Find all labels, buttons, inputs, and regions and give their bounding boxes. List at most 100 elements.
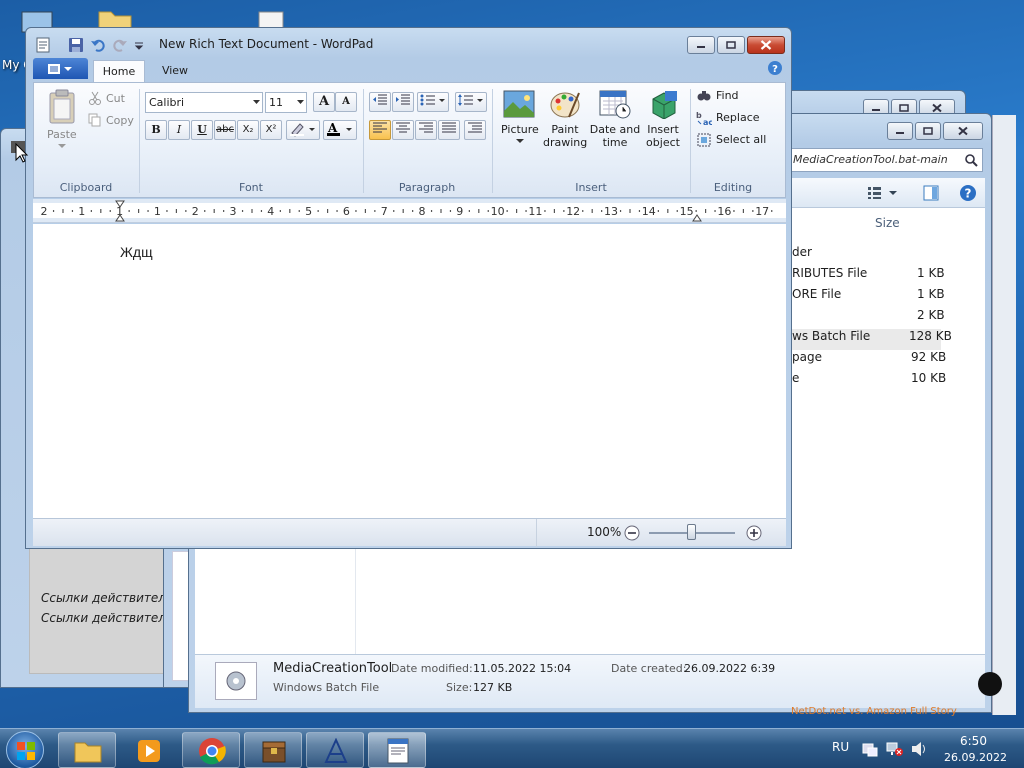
file-type-cell[interactable]: der [792,245,812,259]
search-icon[interactable] [964,153,978,167]
paragraph-button[interactable] [464,120,486,140]
tab-home[interactable]: Home [93,60,145,82]
bullets-button[interactable] [417,92,449,112]
copy-icon[interactable] [88,113,102,127]
font-color-button[interactable]: A [323,120,357,140]
file-type-cell[interactable]: ws Batch File [792,329,870,343]
paint-drawing-button[interactable]: Paint drawing [541,87,589,167]
align-right-icon [419,122,433,133]
document-text[interactable]: Ждщ [120,244,153,260]
picture-button[interactable]: Picture [496,87,542,157]
cut-icon[interactable] [88,91,102,105]
shrink-font-button[interactable]: A [335,92,357,112]
ruler-scale: 2 1 1 1 2 3 4 5 6 7 8 9 10 11 12 13 14 15 16 17 [33,200,786,222]
view-options-icon[interactable] [867,186,899,200]
italic-text: Ссылки действитель [41,611,174,625]
close-button[interactable] [747,36,785,54]
ruler-tick [364,209,366,213]
clock-date[interactable]: 26.09.2022 [944,751,1007,764]
select-all-icon[interactable] [696,132,712,148]
footer-link[interactable]: NetDot.net vs. Amazon Full Story [791,706,957,717]
qat-dropdown-icon[interactable] [134,37,144,56]
zoom-slider-thumb[interactable] [687,524,696,540]
picture-icon [503,90,535,118]
find-icon[interactable] [696,88,712,104]
taskbar-archive-app[interactable] [244,732,302,768]
taskbar-explorer[interactable] [58,732,116,768]
file-type-cell[interactable]: page [792,350,822,364]
taskbar-app[interactable] [306,732,364,768]
wordpad-app-icon[interactable] [35,37,51,56]
align-right-button[interactable] [415,120,437,140]
app-menu-button[interactable] [33,58,88,79]
ruler-tick [327,209,329,213]
superscript-button[interactable]: X² [260,120,282,140]
volume-icon[interactable] [910,741,928,757]
ruler[interactable]: 2 1 1 1 2 3 4 5 6 7 8 9 10 11 12 13 14 15 16 17 [33,199,786,223]
file-type-cell[interactable]: ORE File [792,287,841,301]
search-input[interactable]: MediaCreationTool.bat-main [786,148,983,172]
justify-icon [442,122,456,133]
preview-pane-icon[interactable] [923,185,939,201]
taskbar-chrome[interactable] [182,732,240,768]
save-icon[interactable] [68,37,84,56]
font-family-select[interactable]: Calibri [145,92,263,113]
align-left-button[interactable] [369,120,391,140]
minimize-button[interactable] [887,122,913,140]
decrease-indent-button[interactable] [369,92,391,112]
increase-indent-button[interactable] [392,92,414,112]
help-icon[interactable]: ? [959,184,977,202]
tab-view[interactable]: View [149,60,201,82]
cut-label[interactable]: Cut [106,92,125,105]
ruler-tick-label: 1 [78,205,85,218]
insert-object-button[interactable]: Insert object [640,87,686,167]
underline-button[interactable]: U [191,120,213,140]
copy-label[interactable]: Copy [106,114,134,127]
action-center-icon[interactable] [862,741,878,757]
help-icon[interactable]: ? [767,60,783,76]
font-size-select[interactable]: 11 [265,92,307,113]
start-button[interactable] [6,731,44,768]
taskbar-wordpad[interactable] [368,732,426,768]
file-type: Windows Batch File [273,681,380,694]
clock-time[interactable]: 6:50 [960,734,987,748]
ruler-tick [412,210,414,212]
close-button[interactable] [943,122,983,140]
italic-button[interactable]: I [168,120,190,140]
column-header-size[interactable]: Size [875,216,900,230]
highlighter-icon [290,123,315,137]
file-type-cell[interactable]: RIBUTES File [792,266,867,280]
wordpad-window[interactable]: New Rich Text Document - WordPad Home Vi… [25,27,792,549]
select-all-button[interactable]: Select all [716,133,766,146]
paste-button[interactable]: Paste [42,89,82,151]
modified-label: Date modified: [391,662,473,675]
minimize-button[interactable] [687,36,715,54]
bold-button[interactable]: B [145,120,167,140]
language-indicator[interactable]: RU [832,740,849,754]
subscript-button[interactable]: X₂ [237,120,259,140]
highlight-color-button[interactable] [286,120,320,140]
file-size-cell: 128 KB [909,329,952,343]
taskbar-media-player[interactable] [120,732,178,768]
replace-icon[interactable]: bac [696,110,712,126]
find-button[interactable]: Find [716,89,739,102]
ruler-tick [374,210,376,212]
file-type-cell[interactable]: e [792,371,799,385]
grow-font-button[interactable]: A [313,92,335,112]
document-area[interactable]: Ждщ [33,224,786,518]
line-spacing-button[interactable] [455,92,487,112]
replace-button[interactable]: Replace [716,111,760,124]
round-icon[interactable] [978,672,1002,696]
ruler-tick [506,210,508,212]
zoom-out-button[interactable] [624,525,640,541]
undo-icon[interactable] [90,37,106,56]
network-icon[interactable] [886,741,904,757]
maximize-button[interactable] [915,122,941,140]
zoom-in-button[interactable] [746,525,762,541]
strikethrough-button[interactable]: abc [214,120,236,140]
justify-button[interactable] [438,120,460,140]
date-time-button[interactable]: Date and time [589,87,641,167]
maximize-button[interactable] [717,36,745,54]
file-size-cell: 1 KB [917,287,945,301]
align-center-button[interactable] [392,120,414,140]
